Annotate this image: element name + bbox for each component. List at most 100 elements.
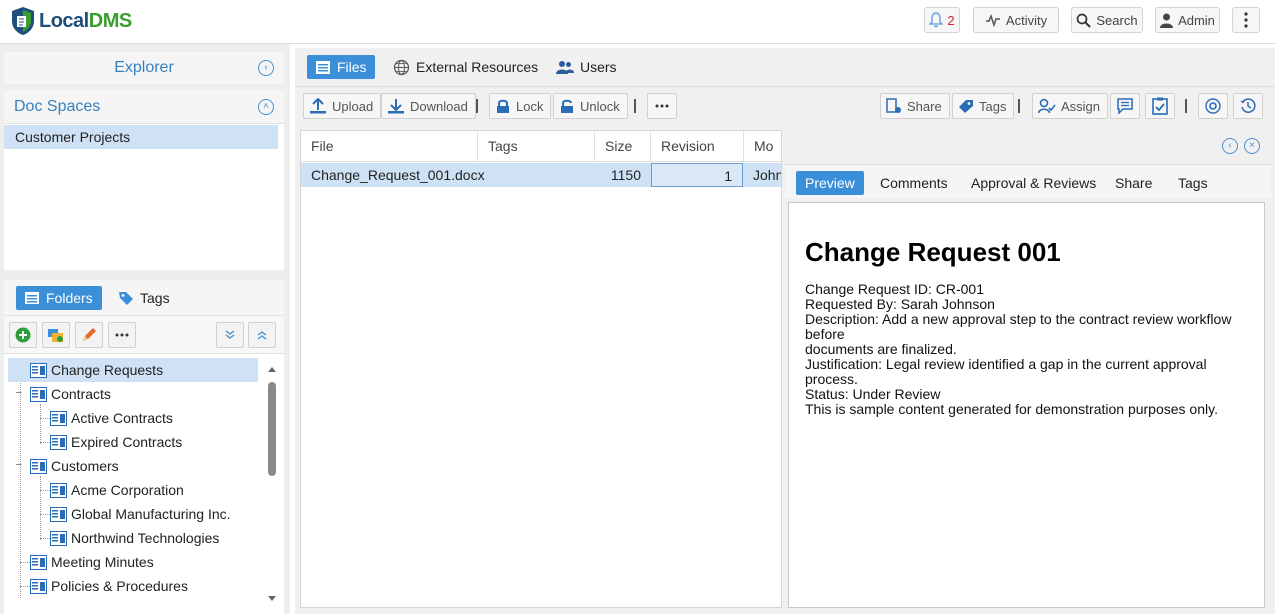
folder-list-icon — [25, 292, 39, 304]
collapse-toggle-icon[interactable]: – — [16, 387, 22, 398]
doc-spaces-panel: Doc Spaces ˄ Customer Projects — [4, 90, 284, 270]
folder-doc-icon — [30, 554, 47, 570]
tree-item-meeting-minutes[interactable]: Meeting Minutes — [30, 550, 154, 574]
tab-external-resources[interactable]: External Resources — [393, 55, 538, 79]
main-tabs: Files External Resources Users — [295, 48, 1275, 86]
tab-files[interactable]: Files — [307, 55, 375, 79]
tab-tags[interactable]: Tags — [118, 286, 170, 310]
rename-folder-button[interactable] — [75, 322, 103, 348]
folder-tree: – – Change Requests Contracts Active Con… — [8, 358, 264, 610]
lock-button[interactable]: Lock — [489, 93, 552, 119]
column-header-modified-by[interactable]: Mo — [744, 131, 781, 162]
tree-connector — [40, 404, 41, 444]
comment-button[interactable] — [1110, 93, 1140, 119]
tree-item-expired-contracts[interactable]: Expired Contracts — [50, 430, 182, 454]
tree-item-label: Global Manufacturing Inc. — [71, 506, 231, 522]
left-panel: Explorer ‹ Doc Spaces ˄ Customer Project… — [0, 44, 290, 614]
tree-item-policies-procedures[interactable]: Policies & Procedures — [30, 574, 188, 598]
assign-user-icon — [1038, 98, 1056, 114]
tree-item-label: Active Contracts — [71, 410, 173, 426]
folder-more-button[interactable] — [108, 322, 136, 348]
document-line: Change Request ID: CR-001 — [805, 281, 984, 297]
expand-all-button[interactable] — [216, 322, 244, 348]
tree-item-acme-corporation[interactable]: Acme Corporation — [50, 478, 184, 502]
scroll-up-arrow-icon[interactable] — [266, 364, 278, 374]
tab-preview[interactable]: Preview — [796, 171, 864, 195]
tab-users[interactable]: Users — [556, 55, 617, 79]
new-subfolder-button[interactable] — [42, 322, 70, 348]
chevron-double-up-icon — [257, 331, 267, 340]
tab-comments[interactable]: Comments — [880, 171, 948, 195]
activity-pulse-icon — [985, 13, 1000, 27]
folder-doc-icon — [50, 530, 67, 546]
collapse-all-button[interactable] — [248, 322, 276, 348]
tab-preview-tags[interactable]: Tags — [1178, 171, 1208, 195]
cell-size: 1150 — [610, 167, 641, 183]
collapse-doc-spaces-button[interactable]: ˄ — [258, 99, 274, 115]
history-clock-icon — [1240, 98, 1256, 113]
tab-share[interactable]: Share — [1115, 171, 1152, 195]
column-header-size[interactable]: Size — [595, 131, 651, 162]
share-button[interactable]: Share — [880, 93, 950, 119]
assign-label: Assign — [1061, 98, 1101, 114]
unlock-button[interactable]: Unlock — [553, 93, 628, 119]
tab-approval-reviews[interactable]: Approval & Reviews — [971, 171, 1096, 195]
app-logo[interactable]: LocalDMS — [10, 6, 132, 36]
share-doc-icon — [886, 98, 901, 113]
admin-label: Admin — [1178, 12, 1215, 28]
vertical-dots-icon — [1244, 12, 1248, 28]
tree-item-active-contracts[interactable]: Active Contracts — [50, 406, 173, 430]
workflow-button[interactable] — [1198, 93, 1228, 119]
toolbar-separator — [1018, 99, 1020, 113]
tree-scrollbar[interactable] — [266, 362, 278, 608]
history-button[interactable] — [1233, 93, 1263, 119]
collapse-toggle-icon[interactable]: – — [16, 459, 22, 470]
tree-item-label: Expired Contracts — [71, 434, 183, 450]
download-button[interactable]: Download — [381, 93, 476, 119]
search-icon — [1077, 13, 1092, 28]
tree-item-contracts[interactable]: Contracts — [30, 382, 111, 406]
column-header-file[interactable]: File — [301, 131, 478, 162]
tab-folders[interactable]: Folders — [16, 286, 102, 310]
add-folder-button[interactable] — [9, 322, 37, 348]
column-header-tags[interactable]: Tags — [478, 131, 595, 162]
tree-item-change-requests[interactable]: Change Requests — [8, 358, 258, 382]
cell-revision-editor[interactable]: 1 — [651, 163, 743, 187]
upload-button[interactable]: Upload — [303, 93, 382, 119]
toolbar-separator — [1185, 99, 1187, 113]
doc-space-item[interactable]: Customer Projects — [4, 125, 278, 149]
close-preview-button[interactable]: × — [1244, 138, 1260, 154]
folder-doc-icon — [30, 578, 47, 594]
search-button[interactable]: Search — [1071, 7, 1143, 33]
tree-item-customers[interactable]: Customers — [30, 454, 119, 478]
assign-button[interactable]: Assign — [1032, 93, 1109, 119]
plus-circle-icon — [15, 327, 31, 343]
comment-icon — [1117, 98, 1133, 114]
more-menu-button[interactable] — [1232, 7, 1260, 33]
globe-icon — [393, 59, 410, 75]
scroll-thumb[interactable] — [268, 382, 276, 476]
scroll-down-arrow-icon[interactable] — [266, 594, 278, 604]
cell-file-name: Change_Request_001.docx — [311, 167, 485, 183]
document-line: This is sample content generated for dem… — [805, 401, 1218, 417]
cell-modified-by: John — [753, 167, 782, 183]
preview-panel-controls: ‹ × — [785, 130, 1271, 162]
column-header-revision[interactable]: Revision — [651, 131, 744, 162]
collapse-preview-button[interactable]: ‹ — [1222, 138, 1238, 154]
file-more-button[interactable] — [647, 93, 677, 119]
document-line: Status: Under Review — [805, 386, 941, 402]
tree-item-northwind-technologies[interactable]: Northwind Technologies — [50, 526, 219, 550]
toolbar-separator — [634, 99, 636, 113]
activity-button[interactable]: Activity — [973, 7, 1059, 33]
table-row[interactable]: Change_Request_001.docx 1150 1 John — [301, 163, 782, 187]
tree-item-global-manufacturing[interactable]: Global Manufacturing Inc. — [50, 502, 231, 526]
folder-toolbar — [4, 316, 284, 354]
logo-text-local: Local — [39, 9, 89, 32]
notifications-button[interactable]: 2 — [924, 7, 960, 33]
tags-button[interactable]: Tags — [952, 93, 1015, 119]
notification-count: 2 — [947, 12, 955, 28]
approval-button[interactable] — [1145, 93, 1175, 119]
admin-user-button[interactable]: Admin — [1155, 7, 1220, 33]
doc-spaces-header[interactable]: Doc Spaces ˄ — [4, 90, 284, 124]
collapse-explorer-button[interactable]: ‹ — [258, 60, 274, 76]
